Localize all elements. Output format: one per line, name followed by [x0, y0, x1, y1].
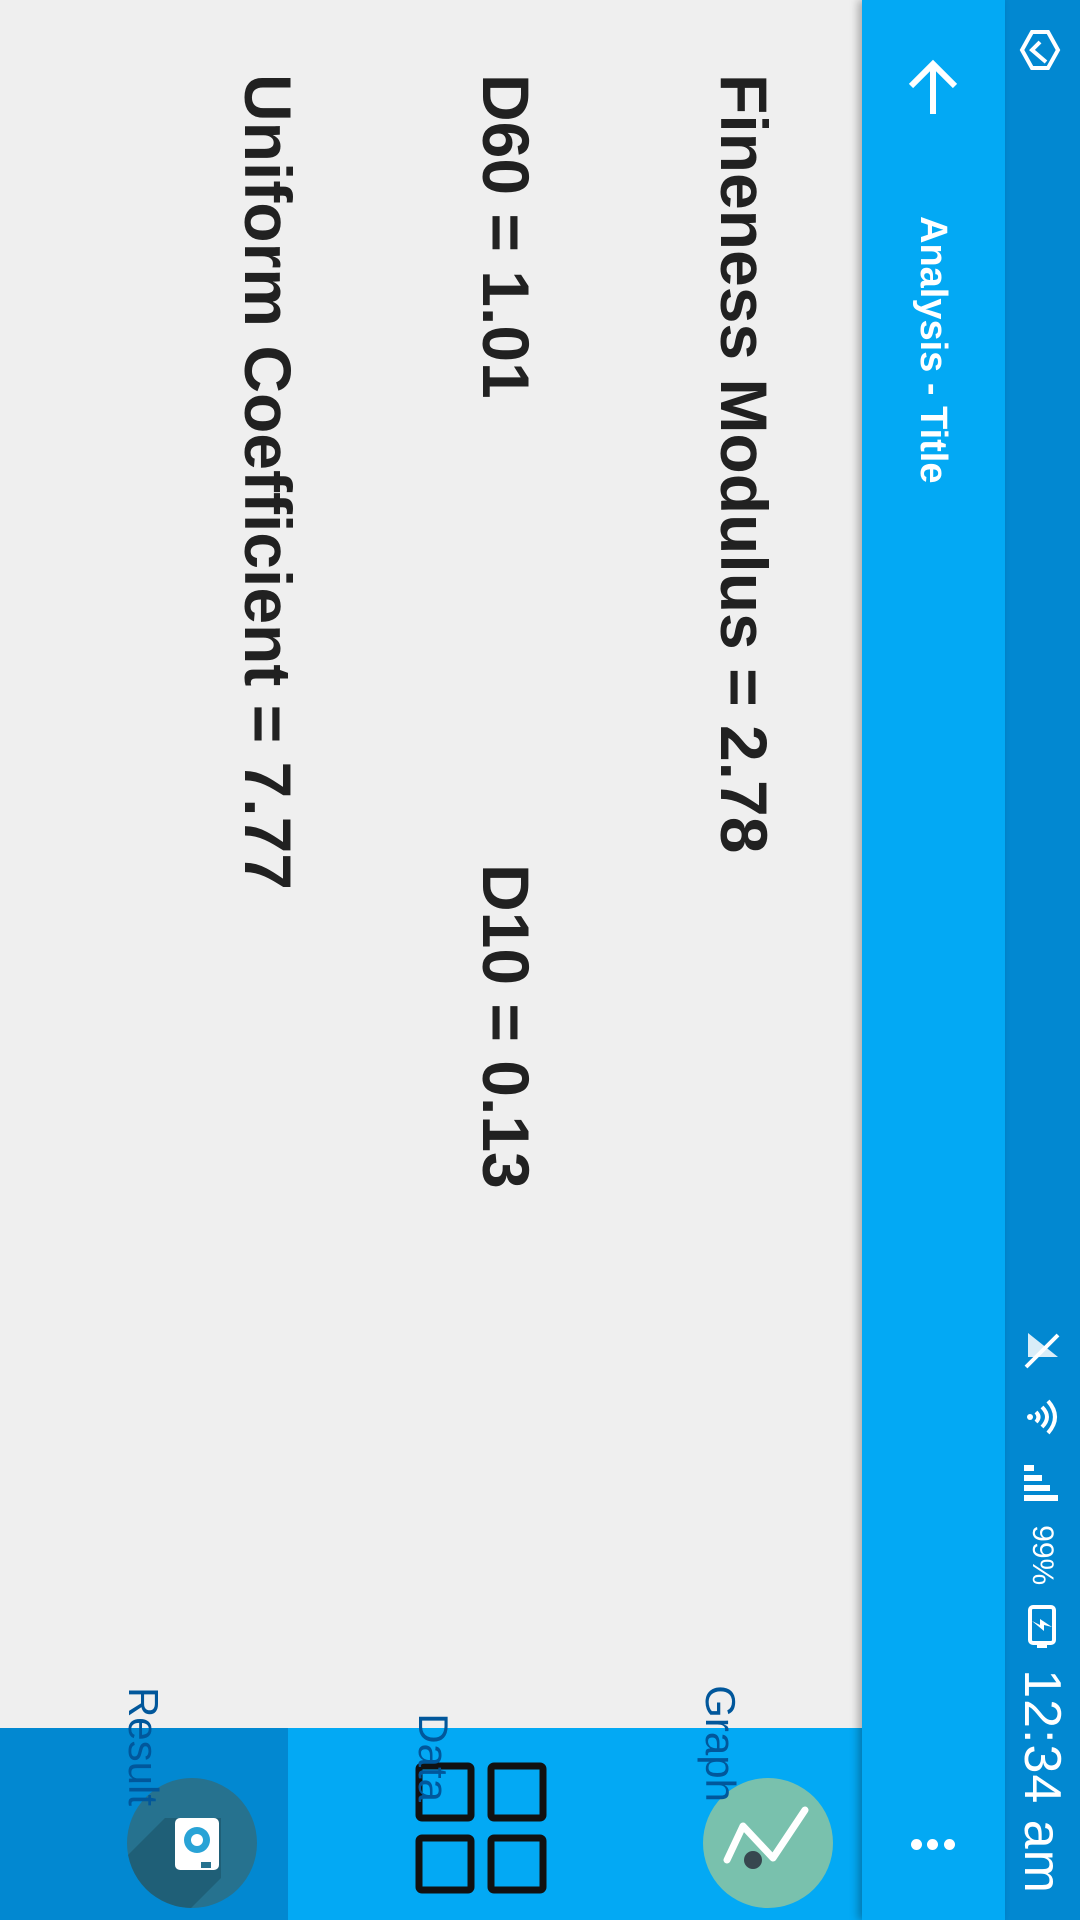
app-toolbar: Analysis - Title — [862, 0, 1005, 1920]
status-indicators: 99% 12:34 am — [1005, 1327, 1080, 1894]
app-screen: 99% 12:34 am Analysis - Title Fineness M… — [0, 0, 1080, 1920]
uniform-coefficient-value: Uniform Coefficient = 7.77 — [231, 74, 305, 891]
mute-icon — [1025, 1333, 1060, 1369]
battery-percentage: 99% — [1026, 1525, 1060, 1586]
overflow-dot — [911, 1838, 922, 1850]
arrow-back-icon[interactable] — [895, 50, 971, 126]
nav-label-graph: Graph — [697, 1685, 744, 1802]
overflow-dot — [944, 1838, 955, 1850]
status-bar: 99% 12:34 am — [1005, 0, 1080, 1920]
overflow-dot — [927, 1838, 939, 1850]
battery-charging-icon — [1028, 1605, 1057, 1649]
status-time: 12:34 am — [1013, 1669, 1072, 1894]
signal-icon — [1024, 1465, 1059, 1502]
d10-value: D10 = 0.13 — [469, 864, 543, 1189]
d60-value: D60 = 1.01 — [469, 74, 543, 399]
more-vert-icon[interactable] — [903, 1824, 963, 1864]
page-title: Analysis - Title — [912, 216, 954, 484]
wifi-icon — [1027, 1399, 1058, 1435]
nav-item-graph[interactable]: Graph — [575, 1685, 862, 1920]
fineness-modulus-value: Fineness Modulus = 2.78 — [707, 74, 781, 854]
nav-label-data: Data — [410, 1713, 457, 1802]
nav-label-result: Result — [120, 1686, 167, 1806]
nav-item-result[interactable]: Result — [0, 1687, 288, 1920]
app-notification-icon — [1019, 30, 1061, 70]
bottom-navigation: Graph Data Result — [0, 1685, 862, 1920]
nav-item-data[interactable]: Data — [288, 1713, 575, 1920]
